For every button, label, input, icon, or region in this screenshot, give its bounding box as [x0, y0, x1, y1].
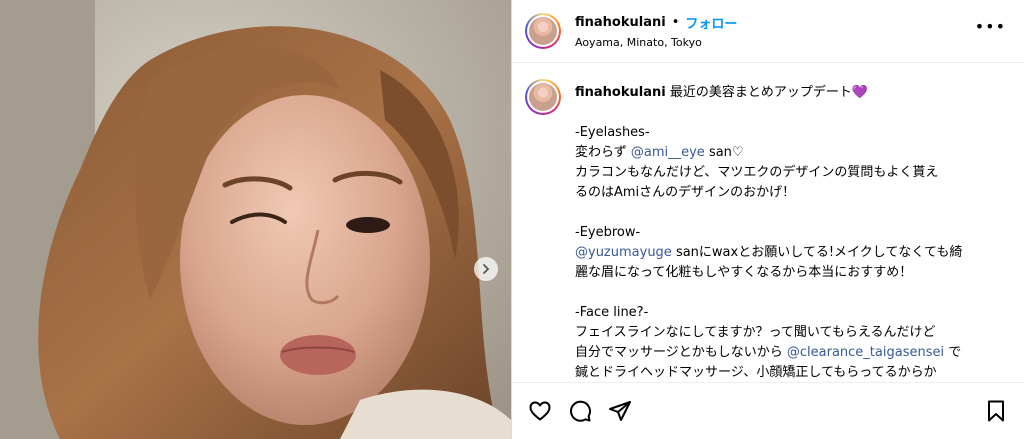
caption-avatar[interactable]	[525, 79, 561, 115]
caption-username[interactable]: finahokulani	[575, 85, 666, 100]
more-options-icon[interactable]: •••	[975, 19, 1006, 35]
chevron-right-icon	[483, 264, 490, 274]
face-heading: -Face line?-	[575, 305, 649, 320]
eyelashes-line1-post: san♡	[704, 145, 744, 160]
username-link[interactable]: finahokulani	[575, 15, 666, 30]
follow-button[interactable]: フォロー	[685, 13, 737, 32]
photo-selfie	[0, 0, 511, 439]
action-bar	[512, 382, 1024, 439]
avatar[interactable]	[525, 13, 561, 49]
next-photo-button[interactable]	[474, 257, 498, 281]
eyelashes-line2: カラコンもなんだけど、マツエクのデザインの質問もよく貰え	[575, 165, 939, 180]
face-line2-pre: 自分でマッサージとかもしないから	[575, 345, 787, 360]
eyelashes-line3: るのはAmiさんのデザインのおかげ！	[575, 185, 796, 200]
share-icon[interactable]	[608, 399, 632, 423]
location-link[interactable]: Aoyama, Minato, Tokyo	[575, 36, 737, 49]
eyelashes-line1-pre: 変わらず	[575, 145, 631, 160]
comment-icon[interactable]	[568, 399, 592, 423]
post-header: finahokulani • フォロー Aoyama, Minato, Toky…	[512, 0, 1024, 63]
mention-yuzumayuge[interactable]: @yuzumayuge	[575, 245, 672, 260]
eyebrow-line1-post: sanにwaxとお願いしてる!メイクしてなくても綺	[671, 245, 963, 260]
face-line3: 鍼とドライヘッドマッサージ、小顔矯正してもらってるからか	[575, 365, 937, 380]
eyebrow-heading: -Eyebrow-	[575, 225, 641, 240]
post-window: finahokulani • フォロー Aoyama, Minato, Toky…	[0, 0, 1024, 439]
caption-title: 最近の美容まとめアップデート💜	[669, 85, 869, 100]
caption-text: finahokulani 最近の美容まとめアップデート💜 -Eyelashes-…	[575, 79, 995, 403]
face-line1: フェイスラインなにしてますか？って聞いてもらえるんだけど	[575, 325, 936, 340]
heart-icon[interactable]	[528, 399, 552, 423]
eyelashes-heading: -Eyelashes-	[575, 125, 650, 140]
mention-ami-eye[interactable]: @ami__eye	[631, 145, 705, 160]
caption: finahokulani 最近の美容まとめアップデート💜 -Eyelashes-…	[512, 63, 1024, 403]
eyebrow-line2: 麗な眉になって化粧もしやすくなるから本当におすすめ！	[575, 265, 913, 280]
separator-dot: •	[671, 15, 680, 30]
mention-clearance-taigasensei[interactable]: @clearance_taigasensei	[787, 345, 944, 360]
post-photo[interactable]	[0, 0, 511, 439]
face-line2-post: で	[944, 345, 962, 360]
bookmark-icon[interactable]	[984, 399, 1008, 423]
post-sidebar: finahokulani • フォロー Aoyama, Minato, Toky…	[511, 0, 1024, 439]
